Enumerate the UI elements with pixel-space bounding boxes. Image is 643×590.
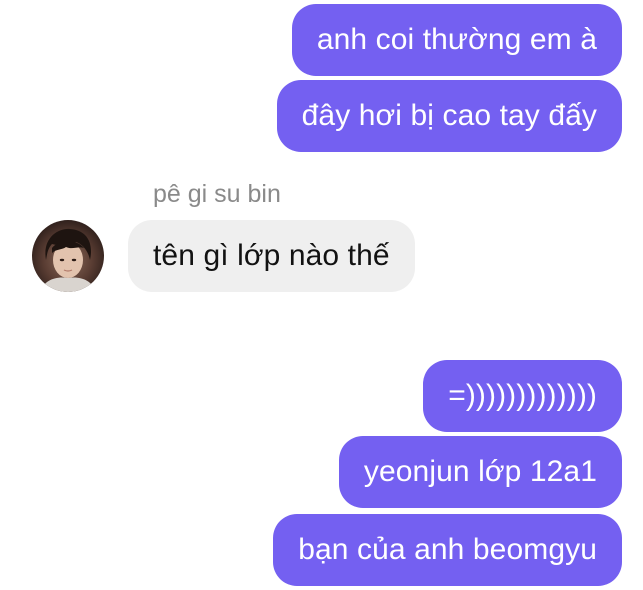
- outgoing-message-bubble[interactable]: bạn của anh beomgyu: [273, 514, 622, 586]
- sender-name-label: pê gi su bin: [153, 180, 281, 208]
- outgoing-message-bubble[interactable]: =))))))))))))): [423, 360, 622, 432]
- avatar-photo-icon: [40, 228, 96, 292]
- incoming-message-bubble[interactable]: tên gì lớp nào thế: [128, 220, 415, 292]
- outgoing-message-bubble[interactable]: yeonjun lớp 12a1: [338, 436, 622, 508]
- outgoing-message-bubble[interactable]: đây hơi bị cao tay đấy: [276, 80, 622, 152]
- avatar[interactable]: [32, 220, 104, 292]
- outgoing-message-bubble[interactable]: anh coi thường em à: [291, 4, 622, 76]
